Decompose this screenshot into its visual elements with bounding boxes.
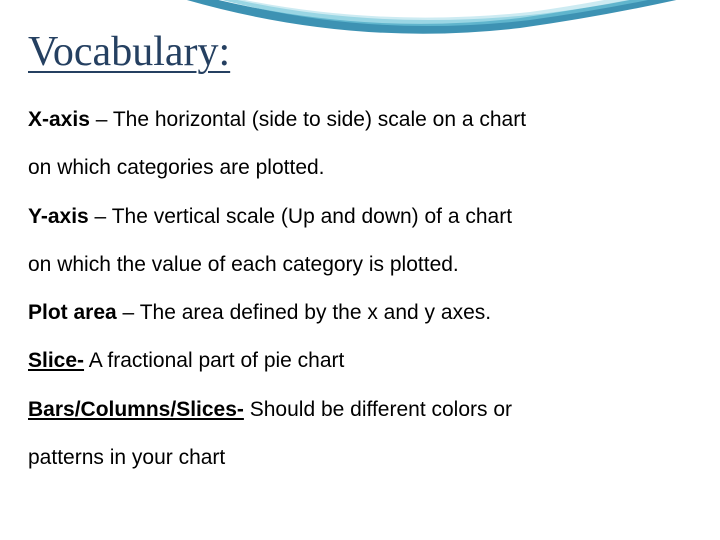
def-slice: Slice- A fractional part of pie chart	[28, 337, 692, 385]
def-bars-line1: Bars/Columns/Slices- Should be different…	[28, 386, 692, 434]
def-bars-line2: patterns in your chart	[28, 434, 692, 482]
def-xaxis-line2: on which categories are plotted.	[28, 144, 692, 192]
def-text: Should be different colors or	[250, 398, 512, 421]
page-title: Vocabulary:	[28, 28, 230, 76]
sep: –	[117, 301, 140, 324]
term-xaxis: X-axis	[28, 108, 90, 131]
term-slice: Slice-	[28, 349, 84, 372]
def-yaxis-line1: Y-axis – The vertical scale (Up and down…	[28, 193, 692, 241]
def-plotarea: Plot area – The area defined by the x an…	[28, 289, 692, 337]
sep: –	[89, 205, 112, 228]
def-xaxis-line1: X-axis – The horizontal (side to side) s…	[28, 96, 692, 144]
term-plotarea: Plot area	[28, 301, 117, 324]
def-text: A fractional part of pie chart	[89, 349, 345, 372]
def-text: The area defined by the x and y axes.	[140, 301, 491, 324]
term-yaxis: Y-axis	[28, 205, 89, 228]
sep: –	[90, 108, 113, 131]
term-bars: Bars/Columns/Slices-	[28, 398, 244, 421]
vocabulary-content: X-axis – The horizontal (side to side) s…	[28, 96, 692, 482]
def-text: The horizontal (side to side) scale on a…	[113, 108, 526, 131]
def-text: The vertical scale (Up and down) of a ch…	[112, 205, 512, 228]
def-yaxis-line2: on which the value of each category is p…	[28, 241, 692, 289]
